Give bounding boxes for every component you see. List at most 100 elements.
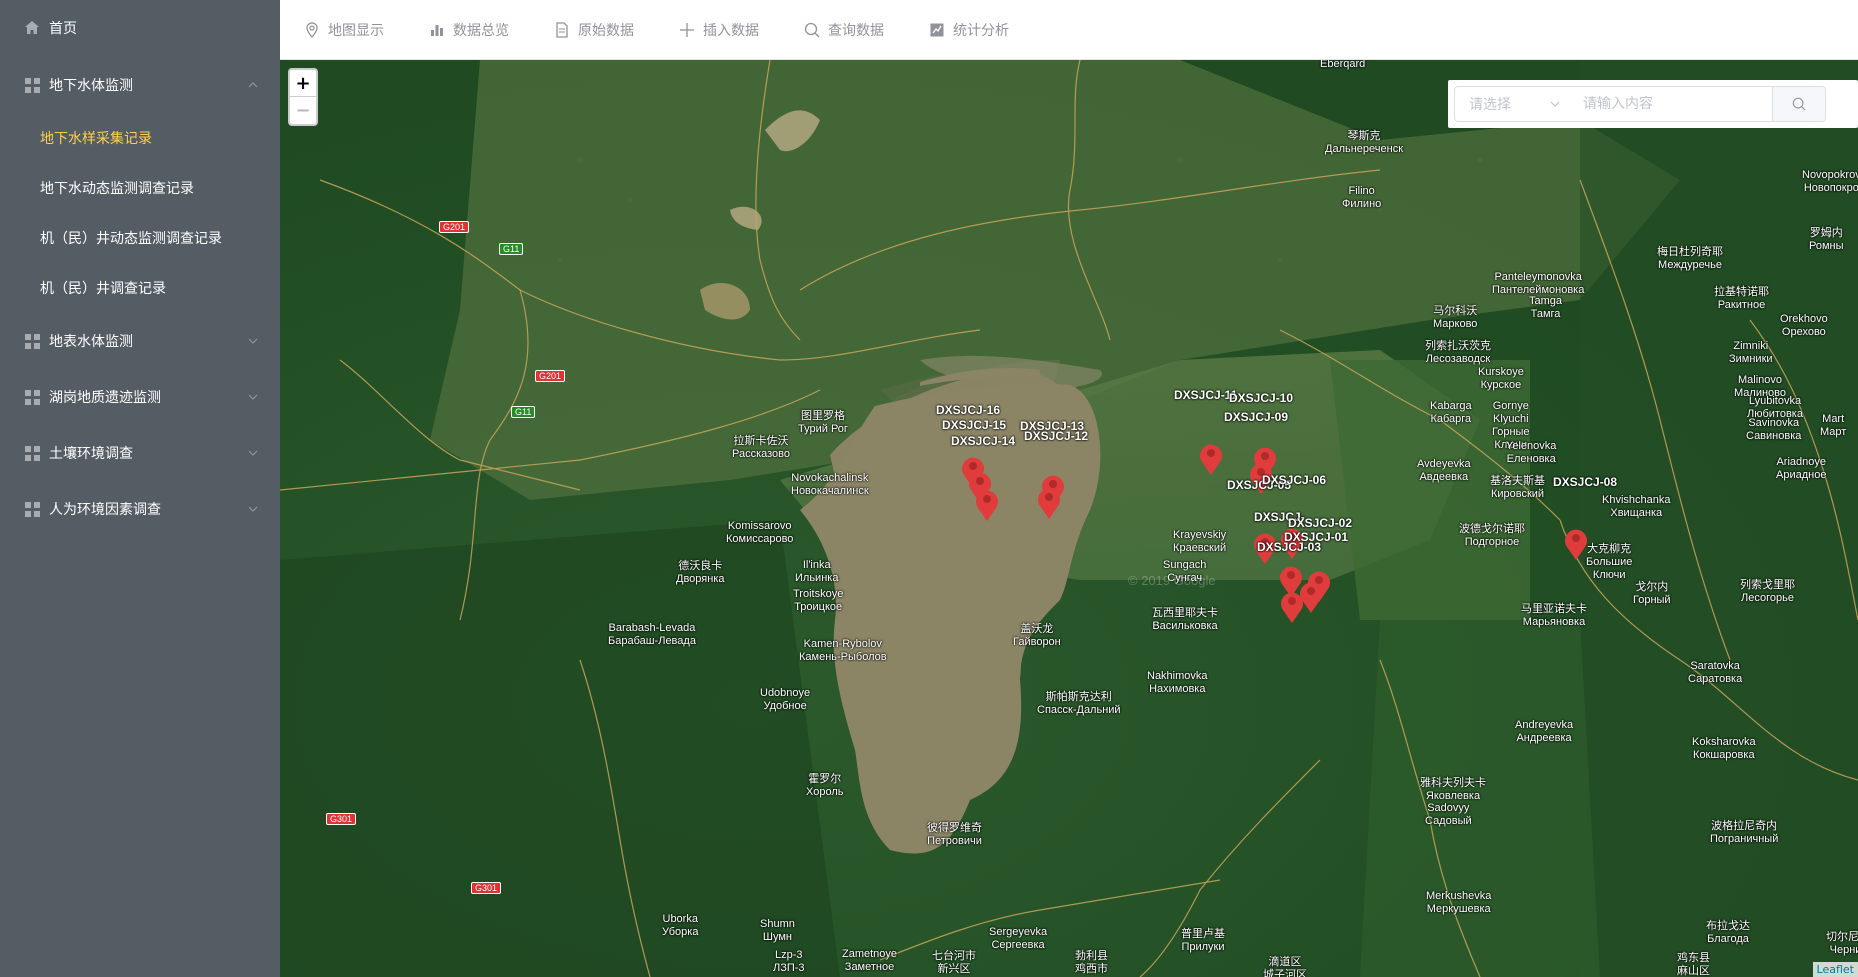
place-name: Дворянка bbox=[676, 573, 725, 585]
zoom-out-button[interactable]: − bbox=[290, 97, 316, 124]
place-name: Нахимовка bbox=[1149, 683, 1206, 695]
place-label: Sergeyevka Сергеевка bbox=[989, 926, 1047, 952]
nav-human-factors[interactable]: 人为环境因素调查 bbox=[0, 497, 280, 521]
place-label: 布拉戈达 Благода bbox=[1706, 920, 1750, 946]
marker-pin-icon[interactable] bbox=[1036, 486, 1062, 520]
road-shield: G11 bbox=[499, 243, 524, 255]
sub-groundwater-sampling[interactable]: 地下水样采集记录 bbox=[40, 128, 152, 148]
tab-map-display[interactable]: 地图显示 bbox=[304, 18, 384, 42]
place-label: Lzp-3 ЛЗП-3 bbox=[773, 949, 805, 975]
nav-human-factors-label: 人为环境因素调查 bbox=[49, 502, 161, 518]
place-name: 瓦西里耶夫卡 bbox=[1152, 607, 1218, 619]
place-name: 德沃良卡 bbox=[678, 560, 723, 572]
nav-groundwater[interactable]: 地下水体监测 bbox=[0, 73, 280, 97]
place-name: Марково bbox=[1433, 318, 1478, 330]
search-type-placeholder: 请选择 bbox=[1469, 97, 1511, 113]
place-name: Черниговка bbox=[1829, 944, 1858, 956]
nav-home[interactable]: 首页 bbox=[0, 16, 280, 40]
place-label: Koksharovka Кокшаровка bbox=[1692, 736, 1756, 762]
place-name: 鸡西市 bbox=[1075, 963, 1108, 975]
marker-pin-icon[interactable] bbox=[1279, 590, 1305, 624]
place-name: 琴斯克 bbox=[1347, 130, 1381, 142]
search-type-select[interactable]: 请选择 bbox=[1454, 86, 1572, 122]
marker-label[interactable]: DXSJCJ-03 bbox=[1257, 540, 1321, 554]
marker-label[interactable]: DXSJCJ-11 bbox=[1174, 388, 1237, 402]
marker-label[interactable]: DXSJCJ-09 bbox=[1224, 410, 1288, 424]
place-name: Андреевка bbox=[1516, 732, 1572, 744]
marker-label[interactable]: DXSJCJ-15 bbox=[942, 418, 1006, 432]
place-name: Ильинка bbox=[795, 572, 839, 584]
nav-surface-water[interactable]: 地表水体监测 bbox=[0, 329, 280, 353]
place-label: 拉斯卡佐沃 Рассказово bbox=[732, 435, 790, 461]
place-name: Подгорное bbox=[1464, 536, 1520, 548]
place-name: 马里亚诺夫卡 bbox=[1521, 603, 1587, 615]
place-name: 波格拉尼奇内 bbox=[1711, 820, 1778, 832]
place-label: 切尔尼戈夫卡Черниговка bbox=[1826, 931, 1858, 957]
marker-label[interactable]: DXSJCJ-12 bbox=[1024, 429, 1088, 443]
place-name: Kraуevskiy bbox=[1173, 529, 1227, 541]
place-name: Гайворон bbox=[1013, 636, 1061, 648]
marker-pin-icon[interactable] bbox=[974, 488, 1000, 522]
place-label: Kurskoye Курское bbox=[1478, 366, 1524, 392]
home-icon bbox=[24, 20, 40, 36]
leaflet-attribution-link[interactable]: Leaflet bbox=[1812, 962, 1858, 977]
marker-label[interactable]: DXSJCJ-02 bbox=[1288, 516, 1352, 530]
search-button[interactable] bbox=[1773, 86, 1826, 122]
tab-raw-data[interactable]: 原始数据 bbox=[554, 18, 634, 42]
place-label: 鸡东县 麻山区 bbox=[1677, 952, 1710, 977]
place-label: Andreyevka Андреевка bbox=[1515, 719, 1573, 745]
chevron-up-icon bbox=[248, 82, 258, 88]
nav-soil[interactable]: 土壤环境调查 bbox=[0, 441, 280, 465]
place-name: 斯帕斯克达利 bbox=[1045, 691, 1112, 703]
tab-data-overview-label: 数据总览 bbox=[453, 23, 509, 39]
place-name: 波德戈尔诺耶 bbox=[1459, 523, 1525, 535]
marker-pin-icon[interactable] bbox=[1563, 527, 1589, 561]
tab-query-data-label: 查询数据 bbox=[828, 23, 884, 39]
place-name: Зимники bbox=[1729, 353, 1773, 365]
marker-label[interactable]: DXSJCJ-14 bbox=[951, 434, 1015, 448]
place-name: Nakhimovka bbox=[1147, 670, 1208, 682]
marker-label[interactable]: DXSJCJ-16 bbox=[936, 403, 1000, 417]
place-label: Panteleymonovka Пантелеймоновка bbox=[1492, 271, 1584, 297]
place-name: Avdeyevka bbox=[1417, 458, 1471, 470]
zoom-in-button[interactable]: + bbox=[290, 70, 316, 97]
grid-icon bbox=[24, 445, 40, 461]
road-shield: G11 bbox=[511, 406, 536, 418]
place-name: Uborka bbox=[662, 913, 698, 925]
nav-lakeshore[interactable]: 湖岗地质遗迹监测 bbox=[0, 385, 280, 409]
sub-well-survey[interactable]: 机（民）井调查记录 bbox=[40, 278, 166, 298]
place-name: Филино bbox=[1342, 198, 1382, 210]
place-name: Сергеевка bbox=[991, 939, 1045, 951]
place-name: Sadovyy bbox=[1427, 802, 1470, 814]
search-input[interactable] bbox=[1571, 86, 1773, 122]
tab-statistics[interactable]: 统计分析 bbox=[929, 18, 1009, 42]
place-name: Il'inka bbox=[802, 559, 831, 571]
place-name: Горный bbox=[1633, 594, 1671, 606]
place-name: Кировский bbox=[1490, 488, 1545, 500]
marker-label[interactable]: DXSJCJ-10 bbox=[1229, 391, 1293, 405]
place-name: Kabarga bbox=[1430, 400, 1472, 412]
place-name: Заметное bbox=[844, 961, 895, 973]
map-copyright: © 2019 Google bbox=[1128, 573, 1216, 588]
place-name: Andreyevka bbox=[1515, 719, 1574, 731]
place-name: 梅日杜列奇耶 bbox=[1657, 246, 1723, 258]
place-label: 马尔科沃 Марково bbox=[1433, 305, 1477, 331]
tab-raw-data-label: 原始数据 bbox=[578, 23, 634, 39]
place-label: Ariadnoye Ариадное bbox=[1776, 456, 1826, 482]
place-name: Sungach bbox=[1163, 559, 1207, 571]
tab-insert-data[interactable]: 插入数据 bbox=[679, 18, 759, 42]
marker-label[interactable]: DXSJCJ-08 bbox=[1553, 475, 1617, 489]
sub-groundwater-dynamic[interactable]: 地下水动态监测调查记录 bbox=[40, 178, 194, 198]
place-label: 琴斯克 Дальнереченск bbox=[1325, 130, 1403, 156]
tab-data-overview[interactable]: 数据总览 bbox=[429, 18, 509, 42]
marker-label[interactable]: DXSJCJ-06 bbox=[1262, 473, 1326, 487]
place-name: 彼得罗维奇 bbox=[927, 822, 982, 834]
sub-well-dynamic[interactable]: 机（民）井动态监测调查记录 bbox=[40, 228, 222, 248]
map-view[interactable]: + − 请选择 G201 G11 G201 G11 G301 G301 Eber… bbox=[280, 60, 1858, 977]
tab-query-data[interactable]: 查询数据 bbox=[804, 18, 884, 42]
place-name: Zimniki bbox=[1733, 340, 1769, 352]
place-name: Шумн bbox=[762, 931, 792, 943]
place-name: Saratovka bbox=[1690, 660, 1740, 672]
location-icon bbox=[306, 22, 318, 38]
marker-pin-icon[interactable] bbox=[1198, 442, 1224, 476]
